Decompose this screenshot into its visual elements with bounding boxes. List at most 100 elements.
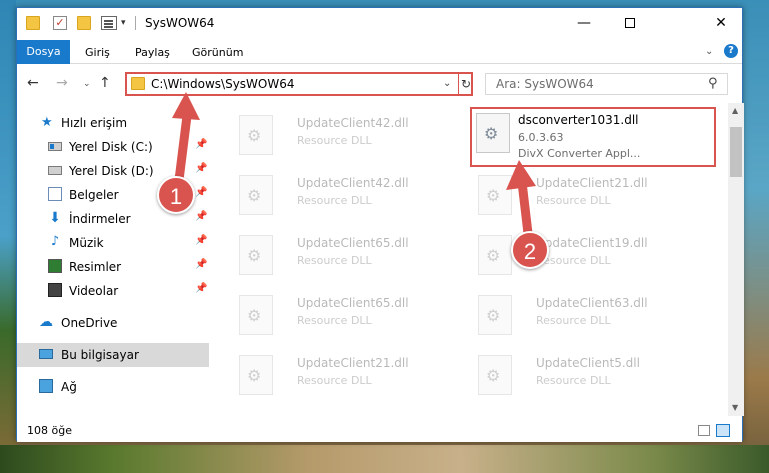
back-button[interactable]: ←: [27, 75, 39, 91]
file-item[interactable]: UpdateClient63.dll Resource DLL: [470, 287, 700, 343]
properties-check-icon[interactable]: ✓: [53, 16, 67, 30]
step-2-badge: 2: [511, 231, 549, 269]
pin-icon[interactable]: 📌: [195, 211, 207, 222]
scroll-thumb[interactable]: [730, 127, 742, 177]
dll-file-icon: [478, 235, 512, 275]
file-type: Resource DLL: [297, 374, 372, 387]
ribbon-tabs: Dosya Giriş Paylaş Görünüm ⌄ ?: [17, 38, 742, 64]
scroll-down-arrow[interactable]: ▼: [732, 403, 738, 412]
sidebar-item-network[interactable]: Ağ: [17, 375, 209, 399]
sidebar-item-label: Hızlı erişim: [61, 116, 128, 130]
drive-icon: [48, 166, 62, 175]
title-bar: ✓ ▾ SysWOW64 — ✕: [17, 8, 742, 38]
file-type: Resource DLL: [297, 254, 372, 267]
sidebar-item-pictures[interactable]: Resimler 📌: [17, 255, 209, 279]
sidebar-item-label: Resimler: [69, 260, 122, 274]
drive-icon: [48, 142, 62, 151]
network-icon: [39, 379, 53, 393]
videos-icon: [48, 283, 62, 297]
forward-button[interactable]: →: [56, 75, 68, 91]
details-view-icon[interactable]: [698, 425, 710, 436]
cloud-icon: ☁: [39, 314, 53, 330]
recent-locations-dropdown[interactable]: ⌄: [83, 79, 91, 89]
tab-view[interactable]: Görünüm: [180, 42, 255, 64]
file-item[interactable]: UpdateClient5.dll Resource DLL: [470, 347, 700, 403]
tab-file[interactable]: Dosya: [17, 40, 70, 64]
star-icon: ★: [41, 115, 53, 130]
close-button[interactable]: ✕: [698, 8, 744, 38]
file-type: Resource DLL: [536, 194, 611, 207]
sidebar-item-label: Ağ: [61, 380, 77, 394]
sidebar-item-this-pc[interactable]: Bu bilgisayar: [17, 343, 209, 367]
address-path[interactable]: C:\Windows\SysWOW64: [151, 77, 295, 91]
large-icons-view-icon[interactable]: [716, 424, 730, 437]
sidebar-item-local-disk-c[interactable]: Yerel Disk (C:) 📌: [17, 135, 209, 159]
sidebar-item-label: Bu bilgisayar: [61, 348, 139, 362]
search-icon[interactable]: ⚲: [708, 76, 718, 91]
customize-toolbar-dropdown[interactable]: ▾: [121, 18, 129, 32]
address-dropdown[interactable]: ⌄: [443, 78, 451, 89]
title-separator: [135, 16, 136, 30]
desktop-background-bottom: [0, 445, 769, 473]
expand-ribbon-icon[interactable]: ⌄: [705, 46, 713, 57]
download-icon: ⬇: [49, 210, 61, 226]
step-1-badge: 1: [157, 176, 195, 214]
scroll-up-arrow[interactable]: ▲: [732, 106, 738, 115]
pictures-icon: [48, 259, 62, 273]
file-name: UpdateClient21.dll: [536, 176, 648, 190]
desktop-background: [0, 0, 16, 473]
properties-icon[interactable]: [101, 16, 117, 30]
maximize-icon: [625, 18, 635, 28]
refresh-button[interactable]: ↻: [458, 74, 473, 94]
pin-icon[interactable]: 📌: [195, 139, 207, 150]
new-folder-icon[interactable]: [77, 16, 91, 30]
pin-icon[interactable]: 📌: [195, 235, 207, 246]
file-list: UpdateClient42.dll Resource DLL UpdateCl…: [217, 103, 728, 416]
file-item-dsconverter1031[interactable]: dsconverter1031.dll 6.0.3.63 DivX Conver…: [470, 107, 716, 167]
item-count: 108 öğe: [27, 424, 72, 437]
dll-file-icon: [478, 355, 512, 395]
file-item[interactable]: UpdateClient42.dll Resource DLL: [231, 167, 461, 223]
pin-icon[interactable]: 📌: [195, 163, 207, 174]
file-item[interactable]: UpdateClient42.dll Resource DLL: [231, 107, 461, 163]
address-bar[interactable]: C:\Windows\SysWOW64 ⌄ ↻: [125, 72, 473, 96]
music-icon: ♪: [50, 234, 60, 249]
minimize-button[interactable]: —: [561, 8, 607, 38]
file-item[interactable]: UpdateClient21.dll Resource DLL: [470, 167, 700, 223]
dll-file-icon: [476, 113, 510, 153]
folder-icon[interactable]: [26, 16, 40, 30]
dll-file-icon: [239, 115, 273, 155]
up-button[interactable]: ↑: [99, 75, 111, 91]
pin-icon[interactable]: 📌: [195, 187, 207, 198]
tab-share[interactable]: Paylaş: [123, 42, 182, 64]
search-input[interactable]: Ara: SysWOW64 ⚲: [485, 73, 728, 95]
navigation-pane: ★ Hızlı erişim Yerel Disk (C:) 📌 Yerel D…: [17, 103, 216, 416]
maximize-button[interactable]: [607, 8, 653, 38]
vertical-scrollbar[interactable]: ▲ ▼: [728, 103, 744, 416]
file-item[interactable]: UpdateClient65.dll Resource DLL: [231, 287, 461, 343]
file-type: Resource DLL: [297, 134, 372, 147]
folder-icon: [131, 77, 145, 90]
tab-home[interactable]: Giriş: [73, 42, 122, 64]
status-bar: 108 öğe: [17, 420, 742, 442]
sidebar-item-quick-access[interactable]: ★ Hızlı erişim: [17, 111, 209, 135]
dll-file-icon: [239, 235, 273, 275]
dll-file-icon: [239, 355, 273, 395]
file-type: Resource DLL: [297, 194, 372, 207]
sidebar-item-videos[interactable]: Videolar 📌: [17, 279, 209, 303]
sidebar-item-label: Yerel Disk (C:): [69, 140, 153, 154]
sidebar-item-music[interactable]: ♪ Müzik 📌: [17, 231, 209, 255]
file-type: Resource DLL: [536, 374, 611, 387]
pin-icon[interactable]: 📌: [195, 259, 207, 270]
sidebar-item-label: Belgeler: [69, 188, 119, 202]
documents-icon: [48, 187, 62, 201]
help-icon[interactable]: ?: [724, 44, 738, 58]
file-name: dsconverter1031.dll: [518, 113, 639, 127]
dll-file-icon: [478, 175, 512, 215]
file-item[interactable]: UpdateClient21.dll Resource DLL: [231, 347, 461, 403]
sidebar-item-onedrive[interactable]: ☁ OneDrive: [17, 311, 209, 335]
file-item[interactable]: UpdateClient65.dll Resource DLL: [231, 227, 461, 283]
sidebar-item-label: Videolar: [69, 284, 119, 298]
file-item[interactable]: UpdateClient19.dll Resource DLL: [470, 227, 700, 283]
pin-icon[interactable]: 📌: [195, 283, 207, 294]
